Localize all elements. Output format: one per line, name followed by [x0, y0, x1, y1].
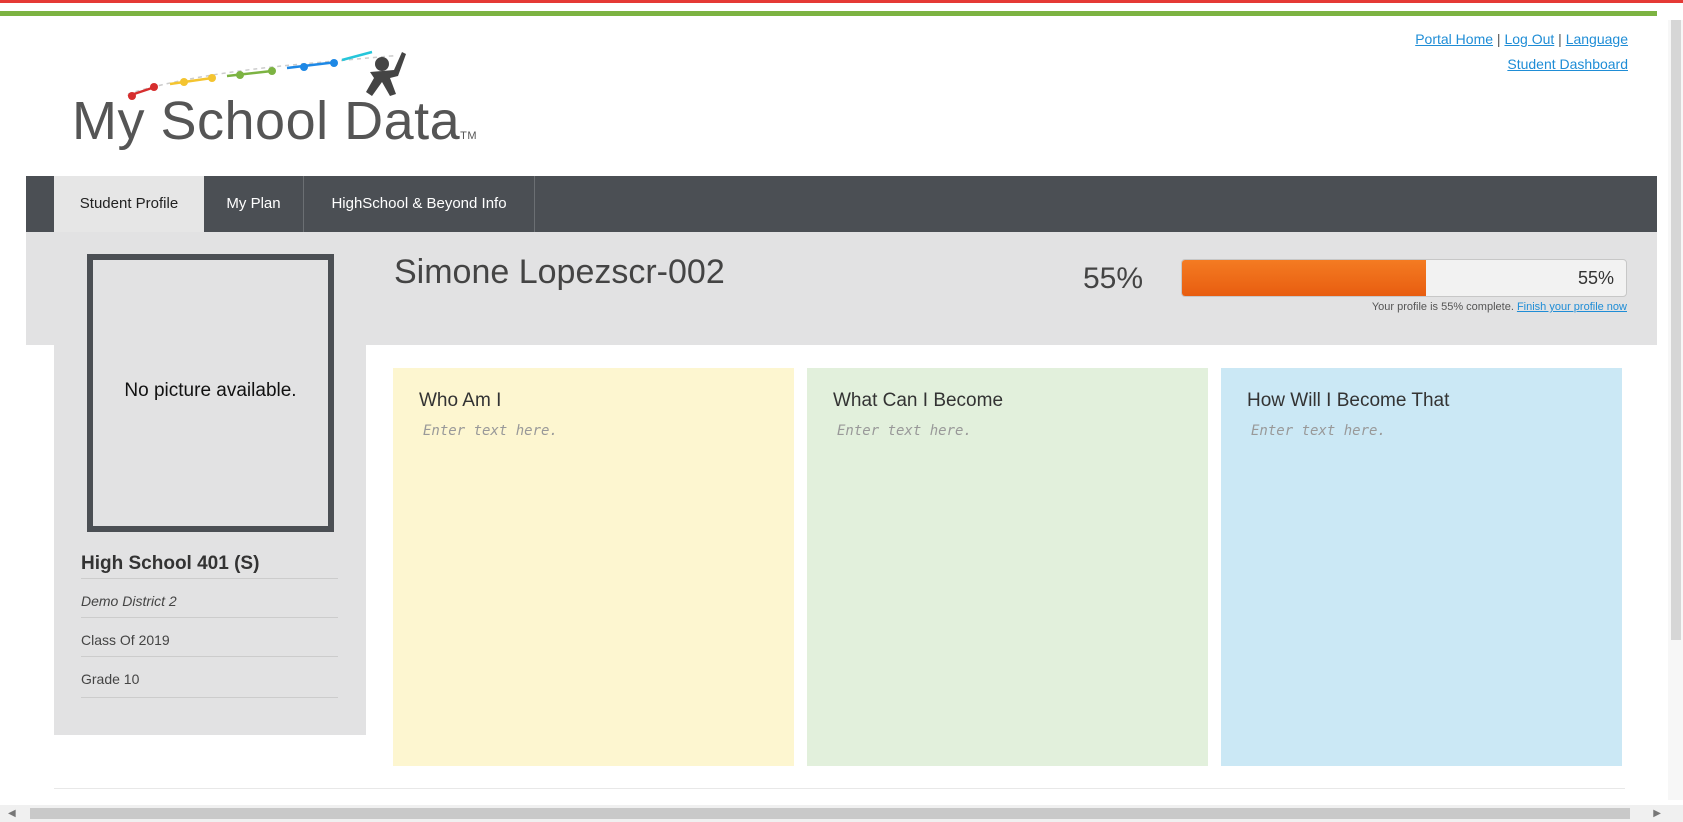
card-title: What Can I Become	[833, 390, 1004, 411]
logo-text: My School DataTM	[72, 91, 478, 151]
student-dashboard-link[interactable]: Student Dashboard	[1507, 56, 1628, 72]
link-separator: |	[1496, 31, 1501, 47]
horizontal-scrollbar[interactable]: ◀ ▶	[0, 805, 1683, 822]
scroll-right-icon[interactable]: ▶	[1653, 805, 1661, 822]
student-photo: No picture available.	[87, 254, 334, 532]
trademark: TM	[460, 130, 478, 142]
header-accent-bar	[0, 11, 1657, 16]
grade-level: Grade 10	[81, 656, 338, 698]
how-will-i-become-that-input[interactable]: Enter text here.	[1251, 423, 1386, 439]
card-title: How Will I Become That	[1247, 390, 1450, 411]
how-will-i-become-that-card: How Will I Become That Enter text here.	[1221, 368, 1622, 766]
completion-percent: 55%	[1083, 262, 1144, 295]
profile-note: Your profile is 55% complete. Finish you…	[1372, 301, 1627, 313]
no-picture-text: No picture available.	[124, 380, 297, 401]
vertical-scrollbar[interactable]	[1668, 20, 1683, 800]
horizontal-scroll-thumb[interactable]	[30, 808, 1630, 819]
tab-my-plan[interactable]: My Plan	[204, 176, 304, 232]
card-title: Who Am I	[419, 390, 502, 411]
profile-progress-bar: 55%	[1181, 259, 1627, 297]
class-of: Class Of 2019	[81, 617, 338, 658]
who-am-i-card: Who Am I Enter text here.	[393, 368, 794, 766]
school-name: High School 401 (S)	[81, 553, 260, 574]
language-link[interactable]: Language	[1566, 31, 1628, 47]
who-am-i-input[interactable]: Enter text here.	[423, 423, 558, 439]
link-separator: |	[1558, 31, 1562, 47]
footer-divider	[54, 788, 1625, 789]
what-can-i-become-input[interactable]: Enter text here.	[837, 423, 972, 439]
main-nav: Student Profile My Plan HighSchool & Bey…	[26, 176, 1657, 232]
vertical-scroll-thumb[interactable]	[1671, 20, 1681, 640]
log-out-link[interactable]: Log Out	[1504, 31, 1554, 47]
district-name: Demo District 2	[81, 578, 338, 619]
what-can-i-become-card: What Can I Become Enter text here.	[807, 368, 1208, 766]
finish-profile-link[interactable]: Finish your profile now	[1517, 301, 1627, 313]
tab-student-profile[interactable]: Student Profile	[54, 176, 204, 232]
scroll-left-icon[interactable]: ◀	[8, 805, 16, 822]
tab-highschool-beyond[interactable]: HighSchool & Beyond Info	[304, 176, 535, 232]
logo[interactable]: My School DataTM	[72, 44, 477, 151]
portal-home-link[interactable]: Portal Home	[1415, 31, 1493, 47]
progress-fill	[1182, 260, 1427, 296]
header-links: Portal Home | Log Out | Language Student…	[1415, 27, 1628, 77]
student-name: Simone Lopezscr-002	[394, 253, 725, 291]
browser-top-strip	[0, 0, 1683, 3]
progress-label: 55%	[1577, 268, 1614, 288]
profile-note-text: Your profile is 55% complete.	[1371, 301, 1514, 313]
